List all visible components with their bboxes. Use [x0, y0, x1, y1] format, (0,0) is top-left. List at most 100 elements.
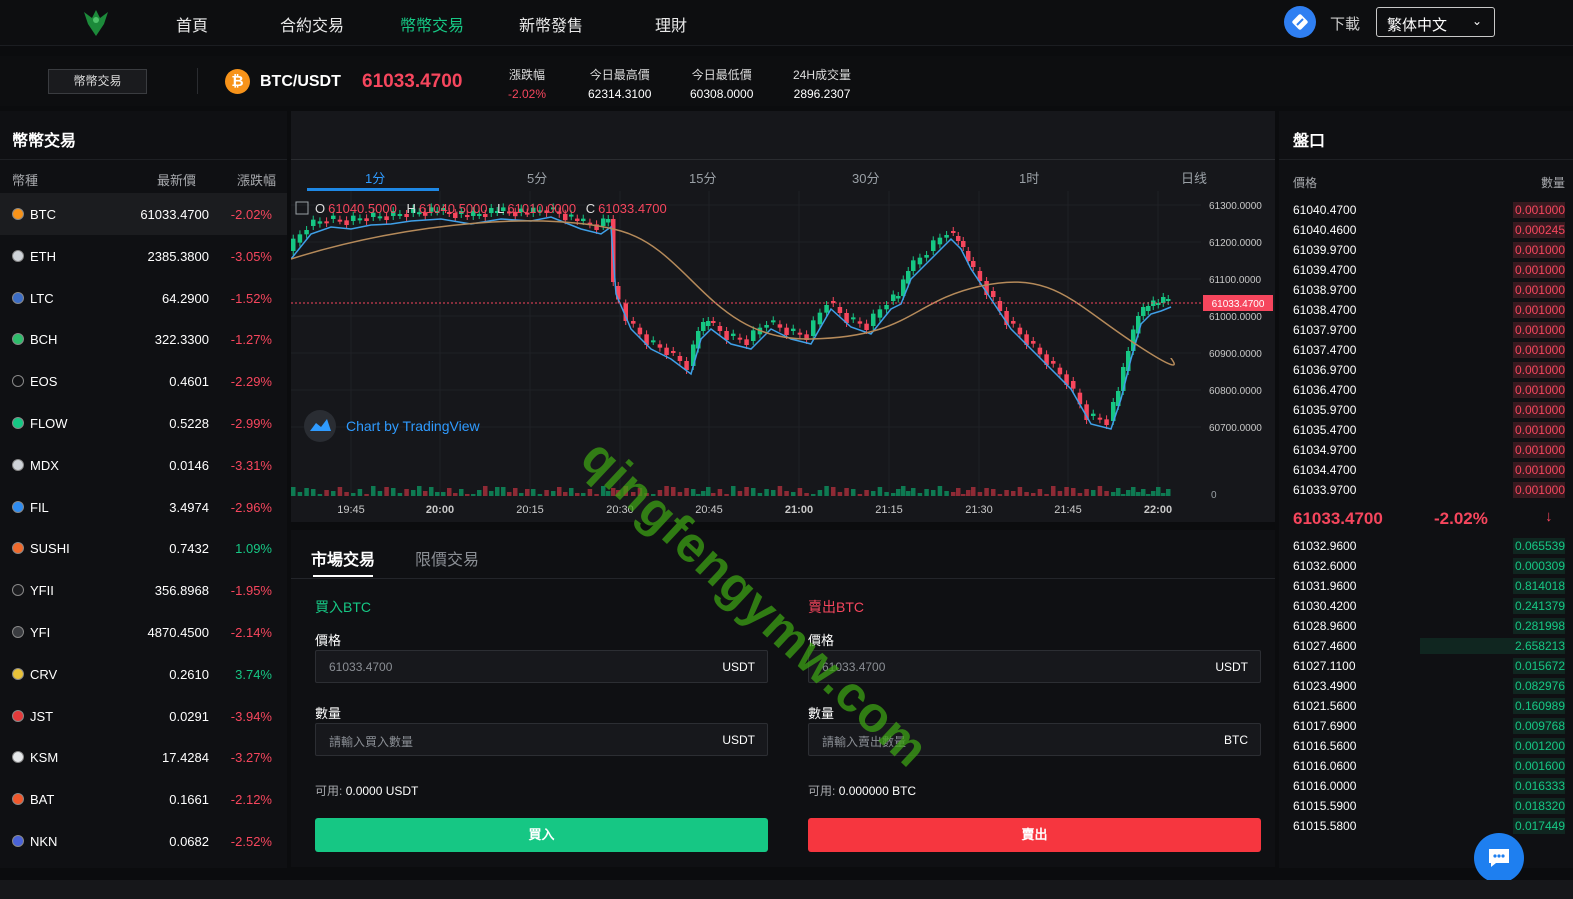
ask-row[interactable]: 61039.9700 0.001000 — [1279, 240, 1573, 260]
ask-row[interactable]: 61037.9700 0.001000 — [1279, 320, 1573, 340]
buy-price-label: 價格 — [315, 633, 342, 648]
nav-new-listing[interactable]: 新幣發售 — [519, 12, 583, 36]
coin-row[interactable]: BTC 61033.4700 -2.02% — [0, 193, 287, 235]
coin-row[interactable]: YFII 356.8968 -1.95% — [0, 569, 287, 611]
tf-1h[interactable]: 1时 — [1019, 168, 1039, 187]
volume-bar — [304, 488, 309, 496]
coin-row[interactable]: KSM 17.4284 -3.27% — [0, 736, 287, 778]
bid-row[interactable]: 61027.1100 0.015672 — [1279, 656, 1573, 676]
bid-row[interactable]: 61031.9600 0.814018 — [1279, 576, 1573, 596]
bid-row[interactable]: 61021.5600 0.160989 — [1279, 696, 1573, 716]
sell-available: 可用: 0.000000 BTC — [808, 782, 916, 799]
coin-row[interactable]: BCH 322.3300 -1.27% — [0, 318, 287, 360]
ask-row[interactable]: 61036.4700 0.001000 — [1279, 380, 1573, 400]
sell-price-input[interactable]: 61033.4700 USDT — [808, 650, 1261, 683]
coin-row[interactable]: CRV 0.2610 3.74% — [0, 653, 287, 695]
coin-row[interactable]: JST 0.0291 -3.94% — [0, 695, 287, 737]
coin-row[interactable]: NKN 0.0682 -2.52% — [0, 820, 287, 862]
coin-row[interactable]: MDX 0.0146 -3.31% — [0, 444, 287, 486]
volume-bar — [1131, 487, 1136, 496]
nav-spot[interactable]: 幣幣交易 — [400, 12, 464, 36]
bid-row[interactable]: 61016.5600 0.001200 — [1279, 736, 1573, 756]
sell-button[interactable]: 賣出 — [808, 818, 1261, 852]
ask-row[interactable]: 61040.4700 0.001000 — [1279, 200, 1573, 220]
tf-1d[interactable]: 日线 — [1181, 168, 1207, 187]
coin-row[interactable]: ETH 2385.3800 -3.05% — [0, 235, 287, 277]
ask-row[interactable]: 61035.9700 0.001000 — [1279, 400, 1573, 420]
ask-row[interactable]: 61037.4700 0.001000 — [1279, 340, 1573, 360]
coin-row[interactable]: EOS 0.4601 -2.29% — [0, 360, 287, 402]
bid-row[interactable]: 61032.9600 0.065539 — [1279, 536, 1573, 556]
ask-row[interactable]: 61034.4700 0.001000 — [1279, 460, 1573, 480]
ask-row[interactable]: 61038.9700 0.001000 — [1279, 280, 1573, 300]
chat-support-button[interactable] — [1474, 833, 1524, 883]
coin-price: 0.7432 — [169, 541, 209, 557]
coin-row[interactable]: FLOW 0.5228 -2.99% — [0, 402, 287, 444]
volume-bar — [817, 490, 823, 496]
ask-row[interactable]: 61036.9700 0.001000 — [1279, 360, 1573, 380]
candlestick-chart[interactable]: 61300.0000 61200.0000 61100.0000 61000.0000… — [291, 191, 1275, 522]
tf-5m[interactable]: 5分 — [527, 168, 547, 187]
volume-bar — [764, 489, 769, 496]
bid-row[interactable]: 61032.6000 0.000309 — [1279, 556, 1573, 576]
buy-price-input[interactable]: 61033.4700 USDT — [315, 650, 768, 683]
coin-row[interactable]: YFI 4870.4500 -2.14% — [0, 611, 287, 653]
logo[interactable] — [80, 6, 112, 38]
download-link[interactable]: 下載 — [1330, 13, 1360, 34]
volume-bar — [804, 493, 809, 496]
buy-button[interactable]: 買入 — [315, 818, 768, 852]
tab-limit-order[interactable]: 限價交易 — [415, 546, 479, 570]
ask-row[interactable]: 61035.4700 0.001000 — [1279, 420, 1573, 440]
tf-1m[interactable]: 1分 — [365, 168, 385, 187]
bid-row[interactable]: 61016.0600 0.001600 — [1279, 756, 1573, 776]
tradingview-logo-icon — [304, 410, 336, 442]
coin-row[interactable]: FIL 3.4974 -2.96% — [0, 486, 287, 528]
book-price: 61032.6000 — [1293, 559, 1357, 573]
book-price: 61027.4600 — [1293, 639, 1357, 653]
language-select[interactable]: 繁体中文 ⌄ — [1376, 7, 1495, 37]
bid-row[interactable]: 61017.6900 0.009768 — [1279, 716, 1573, 736]
book-qty: 0.016333 — [1514, 779, 1565, 793]
bid-row[interactable]: 61028.9600 0.281998 — [1279, 616, 1573, 636]
bid-row[interactable]: 61027.4600 2.658213 — [1279, 636, 1573, 656]
tab-market-order[interactable]: 市場交易 — [311, 546, 375, 570]
volume-bar — [1141, 489, 1146, 496]
volume-bar — [1121, 494, 1126, 496]
bid-row[interactable]: 61016.0000 0.016333 — [1279, 776, 1573, 796]
ask-row[interactable]: 61040.4600 0.000245 — [1279, 220, 1573, 240]
bid-row[interactable]: 61023.4900 0.082976 — [1279, 676, 1573, 696]
volume-bar — [594, 494, 599, 496]
coin-row[interactable]: SUSHI 0.7432 1.09% — [0, 527, 287, 569]
pair-name[interactable]: BTC/USDT — [260, 73, 341, 91]
ask-row[interactable]: 61038.4700 0.001000 — [1279, 300, 1573, 320]
volume-bar — [1166, 489, 1171, 496]
tf-15m[interactable]: 15分 — [689, 168, 716, 187]
coin-change: -1.27% — [230, 332, 272, 348]
download-icon[interactable] — [1284, 6, 1316, 38]
volume-bar — [581, 493, 586, 496]
spot-tab[interactable]: 幣幣交易 — [48, 69, 147, 94]
bid-row[interactable]: 61015.5900 0.018320 — [1279, 796, 1573, 816]
volume-bar — [1064, 487, 1069, 496]
coin-symbol: MDX — [30, 457, 59, 473]
nav-futures[interactable]: 合約交易 — [280, 12, 344, 36]
nav-home[interactable]: 首頁 — [176, 12, 208, 36]
available-value: 0.0000 USDT — [345, 784, 419, 798]
tf-30m[interactable]: 30分 — [852, 168, 879, 187]
coin-price: 0.0682 — [169, 833, 209, 849]
book-price: 61023.4900 — [1293, 679, 1357, 693]
sell-qty-input[interactable]: 請輸入賣出數量 BTC — [808, 723, 1261, 756]
ask-row[interactable]: 61039.4700 0.001000 — [1279, 260, 1573, 280]
nav-finance[interactable]: 理財 — [655, 12, 687, 36]
ask-row[interactable]: 61033.9700 0.001000 — [1279, 480, 1573, 500]
bid-row[interactable]: 61015.5800 0.017449 — [1279, 816, 1573, 836]
bid-row[interactable]: 61030.4200 0.241379 — [1279, 596, 1573, 616]
ask-row[interactable]: 61034.9700 0.001000 — [1279, 440, 1573, 460]
book-price: 61039.4700 — [1293, 263, 1357, 277]
y-tick-label: 60900.0000 — [1209, 349, 1262, 360]
book-price: 61032.9600 — [1293, 539, 1357, 553]
buy-qty-input[interactable]: 請輸入買入數量 USDT — [315, 723, 768, 756]
sell-price-unit: USDT — [1215, 660, 1248, 674]
coin-row[interactable]: BAT 0.1661 -2.12% — [0, 778, 287, 820]
coin-row[interactable]: LTC 64.2900 -1.52% — [0, 277, 287, 319]
